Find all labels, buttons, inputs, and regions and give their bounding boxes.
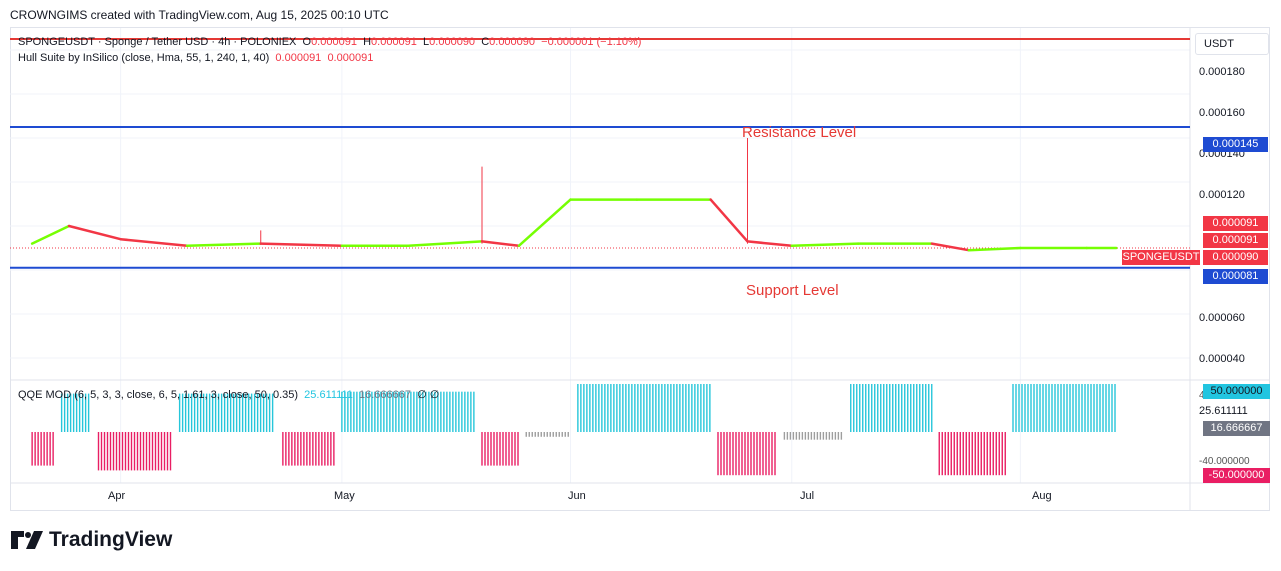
hull-segment — [790, 242, 860, 248]
hull-segment — [480, 240, 521, 248]
hull-value-2: 0.000091 — [327, 52, 374, 64]
qqe-mid-tag: 16.666667 — [1203, 421, 1270, 436]
tradingview-logo-text: TradingView — [49, 528, 173, 551]
support-annotation: Support Level — [746, 282, 839, 299]
hull-segment — [259, 242, 344, 248]
resistance-annotation: Resistance Level — [742, 124, 857, 141]
qqe-value-2: 16.666667 — [359, 389, 412, 401]
high-value: 0.000091 — [371, 36, 417, 48]
hull-segment — [746, 240, 793, 248]
price-tick: 0.000060 — [1199, 312, 1245, 324]
hull-segment — [930, 242, 970, 252]
time-tick: Aug — [1032, 490, 1052, 502]
hull-legend[interactable]: Hull Suite by InSilico (close, Hma, 55, … — [18, 52, 373, 64]
qqe-top-tag: 50.000000 — [1203, 384, 1270, 399]
hull-series — [30, 138, 1118, 252]
time-tick: May — [334, 490, 355, 502]
hull-value-1: 0.000091 — [275, 52, 322, 64]
low-value: 0.000090 — [429, 36, 476, 48]
time-tick: Jul — [800, 490, 815, 502]
hull-indicator-title: Hull Suite by InSilico (close, Hma, 55, … — [18, 52, 270, 64]
symbol-title: SPONGEUSDT · Sponge / Tether USD · 4h · … — [18, 36, 297, 48]
levels — [10, 38, 1190, 269]
qqe-tick-partial: -40.000000 — [1199, 456, 1250, 467]
hull-segment — [67, 224, 122, 241]
symbol-legend[interactable]: SPONGEUSDT · Sponge / Tether USD · 4h · … — [18, 36, 641, 48]
tradingview-logo-icon — [11, 531, 43, 549]
currency-button[interactable]: USDT — [1195, 33, 1269, 55]
price-chart-svg — [10, 28, 1270, 511]
hull-segment — [517, 198, 572, 248]
tradingview-logo[interactable]: TradingView — [11, 528, 172, 552]
qqe-empty-values: ∅ ∅ — [417, 389, 440, 401]
grid — [10, 28, 1270, 511]
hull-segment — [30, 224, 71, 245]
hull-segment — [709, 198, 749, 243]
qqe-indicator-title: QQE MOD (6, 5, 3, 3, close, 6, 5, 1.61, … — [18, 389, 299, 401]
last-price-tag: 0.000090 — [1203, 250, 1268, 265]
hull-segment — [119, 237, 189, 248]
close-label: C — [481, 36, 490, 48]
price-tick: 0.000120 — [1199, 189, 1245, 201]
close-value: 0.000090 — [489, 36, 536, 48]
open-label: O — [302, 36, 312, 48]
time-tick: Apr — [108, 490, 126, 502]
price-tick: 0.000180 — [1199, 66, 1245, 78]
hull-price-tag: 0.000091 — [1203, 233, 1268, 248]
change-value: −0.000001 (−1.10%) — [541, 36, 642, 48]
resistance-price-tag: 0.000145 — [1203, 137, 1268, 152]
price-tick: 0.000160 — [1199, 107, 1245, 119]
open-value: 0.000091 — [311, 36, 357, 48]
qqe-value-label: 25.611111 — [1199, 405, 1248, 417]
hull-segment — [407, 240, 484, 248]
hull-segment — [185, 242, 262, 248]
high-label: H — [363, 36, 372, 48]
qqe-legend[interactable]: QQE MOD (6, 5, 3, 3, close, 6, 5, 1.61, … — [18, 388, 439, 401]
hull-price-tag: 0.000091 — [1203, 216, 1268, 231]
symbol-price-tag: SPONGEUSDT — [1122, 250, 1200, 265]
support-price-tag: 0.000081 — [1203, 269, 1268, 284]
price-tick: 0.000040 — [1199, 353, 1245, 365]
qqe-bottom-tag: -50.000000 — [1203, 468, 1270, 483]
time-tick: Jun — [568, 490, 586, 502]
qqe-value-1: 25.611111 — [304, 389, 353, 401]
